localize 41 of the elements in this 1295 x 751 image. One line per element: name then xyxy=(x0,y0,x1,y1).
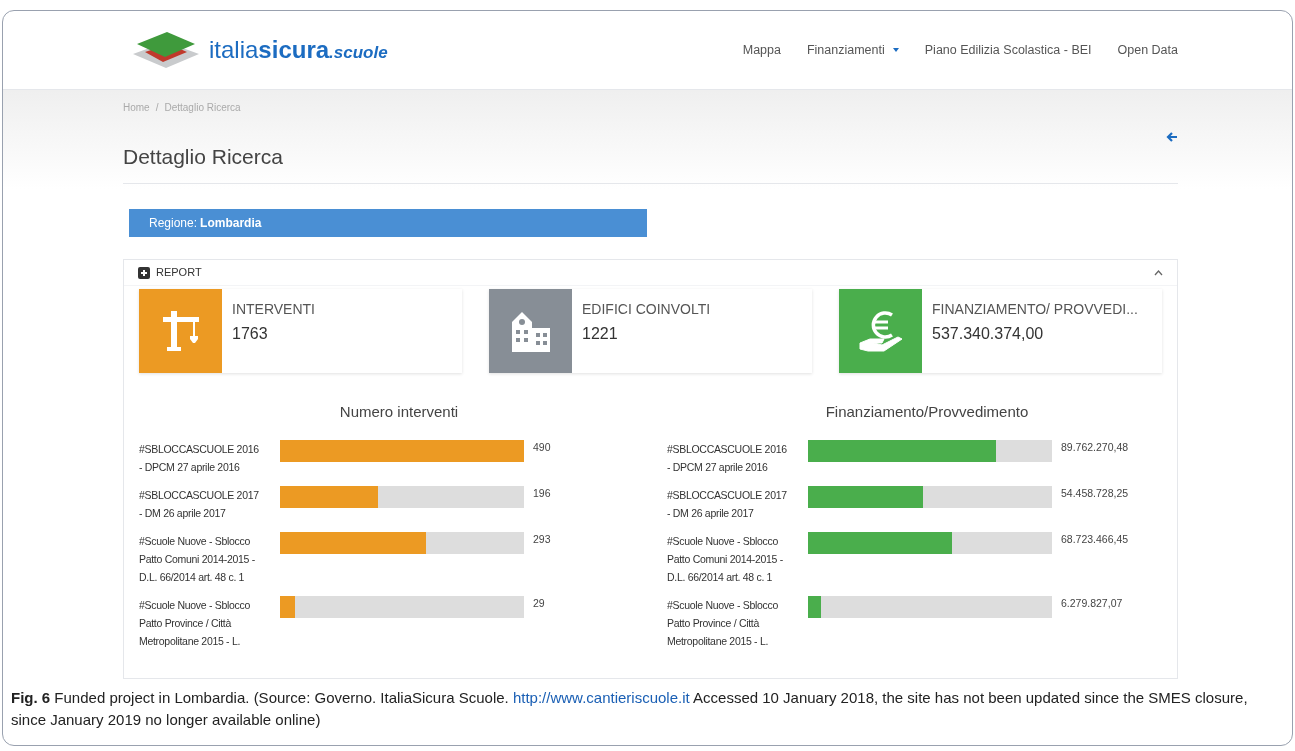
region-bar: Regione: Lombardia xyxy=(129,209,647,237)
panel-title: REPORT xyxy=(156,265,202,281)
bar-value: 54.458.728,25 xyxy=(1061,485,1129,501)
stat-value: 537.340.374,00 xyxy=(932,324,1045,344)
page-title: Dettaglio Ricerca xyxy=(123,145,283,168)
bar-label: #Scuole Nuove - Sblocco Patto Comuni 2014-2015 - D.L. 66/2014 art. 48 c. 1 xyxy=(139,533,256,585)
bar-label: #SBLOCCASCUOLE 2016 - DPCM 27 aprile 2016 xyxy=(139,441,260,475)
chart-title: Numero interventi xyxy=(338,402,460,422)
breadcrumb-current: Dettaglio Ricerca xyxy=(164,101,241,115)
nav-link[interactable]: Piano Edilizia Scolastica - BEI xyxy=(924,40,1092,60)
bar-label: #SBLOCCASCUOLE 2016 - DPCM 27 aprile 2016 xyxy=(667,441,788,475)
bar-value: 29 xyxy=(533,595,545,611)
nav-link[interactable]: Open Data xyxy=(1117,40,1178,60)
bar-value: 6.279.827,07 xyxy=(1061,595,1123,611)
bar-value: 490 xyxy=(533,439,551,455)
breadcrumb-separator: / xyxy=(155,101,159,115)
bar-label: #SBLOCCASCUOLE 2017 - DM 26 aprile 2017 xyxy=(667,487,788,521)
stat-label: FINANZIAMENTO/ PROVVEDI... xyxy=(932,300,1138,319)
stat-value: 1763 xyxy=(232,324,269,344)
bar-value: 89.762.270,48 xyxy=(1061,439,1129,455)
figure-caption: Fig. 6 Funded project in Lombardia. (Source: Governo. ItaliaSicura Scuole. http://www.cantieriscuole.it Accessed 10 January 2018, the site has not been updated since the SMES closure, since January 2019 no longer available online) xyxy=(10,688,1249,730)
chart-title: Finanziamento/Provvedimento xyxy=(824,402,1030,422)
stat-label: EDIFICI COINVOLTI xyxy=(582,300,711,319)
hand-euro-icon xyxy=(857,309,904,353)
nav-link[interactable]: Finanziamenti xyxy=(806,40,899,60)
bar-value: 196 xyxy=(533,485,551,501)
source-link[interactable]: http://www.cantieriscuole.it xyxy=(512,689,690,706)
bar-value: 293 xyxy=(533,531,551,547)
plus-square-icon[interactable] xyxy=(138,266,150,279)
bar-label: #SBLOCCASCUOLE 2017 - DM 26 aprile 2017 xyxy=(139,487,260,521)
chevron-icon[interactable] xyxy=(1154,269,1163,276)
logo-text: italiasicura.scuole xyxy=(209,35,388,65)
bar-label: #Scuole Nuove - Sblocco Patto Comuni 2014-2015 - D.L. 66/2014 art. 48 c. 1 xyxy=(667,533,784,585)
bar-label: #Scuole Nuove - Sblocco Patto Province / Città Metropolitane 2015 - L. xyxy=(139,597,251,649)
nav-link[interactable]: Mappa xyxy=(742,40,781,60)
bar-label: #Scuole Nuove - Sblocco Patto Province / Città Metropolitane 2015 - L. xyxy=(667,597,779,649)
bar-value: 68.723.466,45 xyxy=(1061,531,1129,547)
back-arrow-icon[interactable] xyxy=(1166,131,1178,143)
stat-value: 1221 xyxy=(582,324,619,344)
caret-icon xyxy=(892,48,899,52)
stat-label: INTERVENTI xyxy=(232,300,315,319)
